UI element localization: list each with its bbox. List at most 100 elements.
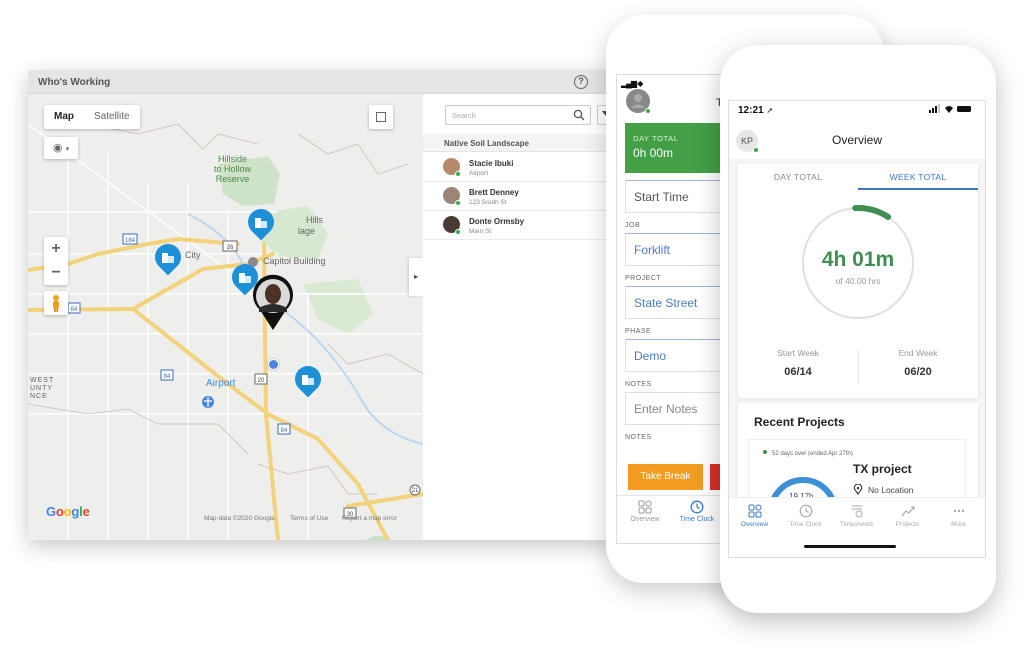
phase-label: PHASE — [625, 328, 652, 335]
worker-name: Donte Ormsby — [469, 217, 525, 226]
day-total-label: DAY TOTAL — [633, 134, 679, 143]
report-map-error-link[interactable]: Report a map error — [342, 515, 397, 522]
signal-wifi-battery-icon — [929, 104, 971, 113]
shield-184: 184 — [125, 238, 136, 244]
clock-icon — [690, 500, 704, 514]
project-location: No Location — [853, 483, 913, 496]
shield-26: 26 — [227, 245, 234, 251]
projects-trend-icon — [901, 506, 914, 517]
take-break-button[interactable]: Take Break — [628, 464, 703, 490]
tab-day-total[interactable]: DAY TOTAL — [738, 172, 858, 182]
worker-row[interactable]: Donte Ormsby Main St — [423, 211, 618, 240]
start-time-field[interactable]: Start Time — [625, 180, 725, 213]
start-week: Start Week 06/14 — [777, 348, 819, 378]
eye-icon: ◉ — [52, 142, 63, 154]
tab-overview[interactable]: Overview — [729, 504, 780, 528]
park-east — [303, 279, 373, 334]
map-type-map-button[interactable]: Map — [44, 105, 84, 129]
online-status-dot — [645, 108, 651, 114]
phone-overview: 12:21 ➚ KP Overview DAY TOTAL WEEK TOTAL — [720, 45, 996, 613]
highways — [28, 236, 423, 540]
label-reserve: Hillside to Hollow Reserve — [214, 154, 252, 184]
screen-title: Overview — [831, 133, 882, 147]
worker-location-pin[interactable] — [250, 274, 296, 332]
tab-projects[interactable]: Projects — [882, 504, 933, 528]
map-type-satellite-button[interactable]: Satellite — [84, 105, 140, 129]
project-select[interactable]: State Street — [625, 286, 725, 319]
signal-wifi-icon: ▂▄▆ ◆ — [621, 79, 643, 88]
visibility-dropdown[interactable]: ◉ ▾ — [44, 137, 78, 159]
online-status-dot — [455, 229, 461, 235]
help-circle-icon[interactable]: ? — [574, 75, 588, 89]
day-total-card: DAY TOTAL 0h 00m — [625, 123, 725, 173]
recent-projects-title: Recent Projects — [754, 415, 845, 429]
terms-of-use-link[interactable]: Terms of Use — [290, 515, 328, 522]
search-icon — [573, 109, 585, 121]
fullscreen-button[interactable] — [369, 105, 393, 129]
worker-name: Brett Denney — [469, 188, 519, 197]
tab-time-clock[interactable]: Time Clock — [780, 504, 831, 528]
timesheets-icon — [851, 505, 862, 518]
online-status-dot — [455, 171, 461, 177]
overview-screen: 12:21 ➚ KP Overview DAY TOTAL WEEK TOTAL — [728, 100, 986, 558]
location-arrow-icon: ➚ — [766, 106, 774, 115]
job-select[interactable]: Forklift — [625, 233, 725, 266]
notes-label-2: NOTES — [625, 434, 652, 441]
google-logo: Google — [46, 504, 90, 519]
caret-down-icon: ▾ — [65, 146, 70, 153]
week-goal: of 40.00 hrs — [835, 276, 881, 286]
whos-working-window: Who's Working ? 184 26 84 84 20 84 30 21… — [28, 70, 618, 540]
online-status-dot — [455, 200, 461, 206]
avatar[interactable] — [626, 89, 651, 114]
worker-row[interactable]: Stacie Ibuki Airport — [423, 153, 618, 182]
search-placeholder: Search — [452, 111, 476, 120]
online-status-dot — [753, 147, 759, 153]
progress-arc — [852, 205, 892, 220]
worker-location: Airport — [469, 170, 489, 177]
collapse-panel-button[interactable]: ▸ — [409, 258, 423, 296]
window-title: Who's Working — [38, 77, 111, 88]
overview-grid-icon — [748, 504, 761, 518]
tab-time-clock[interactable]: Time Clock — [672, 500, 722, 523]
label-county: WEST UNTY NCE — [30, 377, 55, 400]
zoom-in-button[interactable]: + — [44, 237, 68, 261]
phase-select[interactable]: Demo — [625, 339, 725, 372]
worker-name: Stacie Ibuki — [469, 159, 514, 168]
tab-more[interactable]: More — [933, 504, 984, 528]
notes-label: NOTES — [625, 381, 652, 388]
label-capitol: Capitol Building — [263, 256, 326, 266]
tab-timesheets[interactable]: Timesheets — [831, 504, 882, 528]
bottom-tab-bar: Overview Time Clock Timesheets Projects … — [729, 497, 985, 557]
shield-84c: 84 — [281, 428, 288, 434]
project-status: 52 days over (ended Apr 27th) — [763, 450, 853, 457]
zoom-control: + − — [44, 237, 68, 285]
day-total-value: 0h 00m — [633, 146, 674, 160]
label-village: lage — [298, 226, 316, 236]
tab-overview[interactable]: Overview — [620, 500, 670, 523]
search-input[interactable]: Search — [445, 105, 591, 125]
shield-20: 20 — [258, 378, 265, 384]
building-icon — [255, 218, 267, 228]
clock-icon — [799, 504, 812, 518]
window-titlebar: Who's Working ? — [28, 70, 618, 94]
shield-84a: 84 — [71, 307, 78, 313]
status-dot — [763, 450, 767, 454]
map-view[interactable]: 184 26 84 84 20 84 30 21 Hillside to Hol… — [28, 94, 423, 540]
notes-input[interactable]: Enter Notes — [625, 392, 725, 425]
more-dots-icon — [953, 509, 964, 513]
label-hills: Hills — [306, 215, 323, 225]
street-view-pegman[interactable] — [44, 291, 68, 315]
week-total-value: 4h 01m — [821, 248, 895, 271]
label-airport: Airport — [206, 378, 236, 389]
status-icons — [929, 104, 973, 116]
overview-header: 12:21 ➚ KP Overview — [729, 101, 985, 159]
job-label: JOB — [625, 222, 641, 229]
zoom-out-button[interactable]: − — [44, 261, 68, 285]
group-header: Native Soil Landscape — [423, 134, 618, 152]
project-label: PROJECT — [625, 275, 662, 282]
end-week: End Week 06/20 — [898, 348, 938, 378]
worker-row[interactable]: Brett Denney 123 South St — [423, 182, 618, 211]
tab-week-total[interactable]: WEEK TOTAL — [858, 172, 978, 182]
building-icon — [302, 375, 314, 385]
worker-location: Main St — [469, 228, 492, 235]
